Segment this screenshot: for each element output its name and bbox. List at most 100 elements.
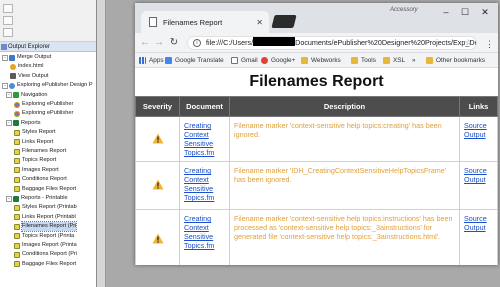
bookmark-item[interactable]: Webworks: [301, 53, 341, 68]
bookmark-label: Gmail: [241, 57, 258, 64]
tree-item[interactable]: Styles Report: [14, 128, 56, 137]
forward-icon[interactable]: →: [153, 36, 165, 50]
explorer-toolbar-strip: [0, 0, 96, 42]
output-link[interactable]: Output: [464, 223, 493, 232]
browser-tab[interactable]: Filenames Report ✕: [141, 11, 269, 33]
tree-item[interactable]: Images Report: [14, 166, 59, 175]
tree-item-label: Reports: [21, 119, 41, 126]
collapse-toggle-icon[interactable]: -: [6, 120, 12, 127]
explorer-scrollbar[interactable]: [97, 0, 106, 287]
source-link[interactable]: Source: [464, 166, 493, 175]
bookmark-label: Other bookmarks: [436, 57, 486, 64]
tree-item[interactable]: Exploring ePublisher: [14, 100, 73, 109]
toolbar-button[interactable]: [3, 28, 13, 37]
chrome-icon: [14, 101, 20, 108]
tree-item[interactable]: Filenames Report (Pri: [14, 221, 78, 233]
menu-icon[interactable]: ⋮: [485, 39, 494, 50]
tree-item[interactable]: - Reports - Printable: [6, 194, 68, 203]
tree-item-label: Exploring ePublisher Design P: [17, 82, 93, 89]
apps-icon: [139, 57, 146, 64]
document-link[interactable]: Creating Context Sensitive Topics.fm: [179, 161, 230, 210]
maximize-icon[interactable]: ☐: [458, 7, 472, 18]
column-header-severity: Severity: [135, 96, 180, 117]
url-prefix: file:///C:/Users/: [206, 38, 254, 47]
tree-item-label: Styles Report: [22, 129, 56, 136]
warning-icon: [152, 233, 163, 244]
source-link[interactable]: Source: [464, 121, 493, 130]
tree-item-label: Merge Output: [17, 54, 52, 60]
warning-icon: [152, 133, 163, 143]
toolbar-button[interactable]: [3, 16, 13, 25]
info-icon[interactable]: i: [193, 39, 201, 47]
tree-item[interactable]: View Output: [10, 72, 48, 81]
reload-icon[interactable]: ↻: [168, 36, 180, 50]
bookmark-item[interactable]: Other bookmarks: [426, 53, 485, 68]
bookmark-item[interactable]: Google+: [261, 53, 295, 68]
tree-item[interactable]: index.html: [10, 62, 44, 71]
tree-item[interactable]: Exploring ePublisher: [14, 109, 73, 118]
source-link[interactable]: Source: [464, 214, 493, 223]
report-icon: [14, 261, 20, 268]
close-tab-icon[interactable]: ✕: [256, 18, 263, 27]
bookmark-item[interactable]: Tools: [351, 53, 376, 68]
severity-cell: [135, 161, 180, 210]
bookmark-item[interactable]: XSL: [383, 53, 405, 68]
tree-item[interactable]: Conditions Report: [14, 175, 67, 184]
new-tab-button[interactable]: [271, 15, 297, 28]
tree-item-label: Links Report: [22, 138, 54, 145]
tree-item[interactable]: - Navigation: [6, 91, 47, 100]
folder-icon: [426, 57, 433, 64]
table-header-row: Severity Document Description Links: [135, 96, 498, 117]
tree-item[interactable]: Baggage Files Report: [14, 185, 76, 194]
tree-item[interactable]: Links Report: [14, 138, 53, 147]
tree-item[interactable]: Topics Report (Printa: [14, 232, 74, 241]
tree-item[interactable]: Conditions Report (Pri: [14, 250, 77, 259]
tree-item[interactable]: Topics Report: [14, 156, 56, 165]
tree-item[interactable]: Links Report (Printabl: [14, 213, 76, 222]
browser-window: Filenames Report ✕ Accessory – ☐ ✕ ← → ↻…: [135, 3, 498, 265]
explorer-icon: [1, 44, 7, 50]
bookmark-item[interactable]: Gmail: [231, 53, 258, 68]
description-cell: Filename marker 'IDH_CreatingContextSens…: [229, 161, 460, 210]
output-link[interactable]: Output: [464, 130, 493, 139]
collapse-toggle-icon[interactable]: -: [2, 82, 8, 89]
bookmark-label: Tools: [361, 57, 376, 64]
tree-item[interactable]: - Reports: [6, 119, 41, 128]
report-icon: [14, 186, 20, 193]
table-row: Creating Context Sensitive Topics.fm File…: [135, 116, 498, 162]
document-link[interactable]: Creating Context Sensitive Topics.fm: [179, 116, 230, 162]
column-header-links: Links: [459, 96, 498, 117]
tree-item[interactable]: - Exploring ePublisher Design P: [2, 81, 93, 90]
collapse-toggle-icon[interactable]: -: [6, 92, 12, 99]
description-cell: Filename marker 'context-sensitive help …: [229, 116, 460, 162]
tree-item[interactable]: - Merge Output: [2, 53, 51, 62]
minimize-icon[interactable]: –: [439, 7, 453, 17]
toolbar-button[interactable]: [3, 4, 13, 13]
tree-item-label: index.html: [18, 63, 44, 70]
tree-item[interactable]: Images Report (Printa: [14, 241, 77, 250]
document-icon: [149, 17, 157, 27]
report-icon: [14, 167, 20, 174]
bookmark-item[interactable]: »: [412, 53, 416, 68]
tree-item[interactable]: Styles Report (Printab: [14, 203, 77, 212]
close-window-icon[interactable]: ✕: [478, 7, 492, 18]
report-icon: [14, 157, 20, 164]
links-cell: Source Output: [459, 209, 498, 265]
tree-item[interactable]: Baggage Files Report: [14, 260, 76, 269]
collapse-toggle-icon[interactable]: -: [6, 195, 12, 202]
output-link[interactable]: Output: [464, 175, 493, 184]
output-explorer-pane: Output Explorer - Merge Output index.html V…: [0, 0, 97, 287]
bookmark-star-icon[interactable]: ☆: [465, 37, 472, 49]
document-link[interactable]: Creating Context Sensitive Topics.fm: [179, 209, 230, 265]
profile-name[interactable]: Accessory: [390, 7, 418, 13]
bookmark-item[interactable]: Google Translate: [165, 53, 224, 68]
tree-item-label: Reports - Printable: [21, 195, 68, 201]
report-icon: [14, 214, 20, 221]
tree-item[interactable]: Filenames Report: [14, 147, 66, 156]
tree-item-label: Images Report (Printa: [22, 242, 77, 248]
address-bar[interactable]: i file:///C:/Users/Documents/ePublisher%…: [187, 36, 477, 50]
collapse-toggle-icon[interactable]: -: [2, 54, 8, 61]
back-icon[interactable]: ←: [139, 36, 151, 50]
bookmarks-bar: Apps Google Translate Gmail Google+ Webworks…: [135, 53, 498, 68]
bookmark-item[interactable]: Apps: [139, 53, 164, 68]
